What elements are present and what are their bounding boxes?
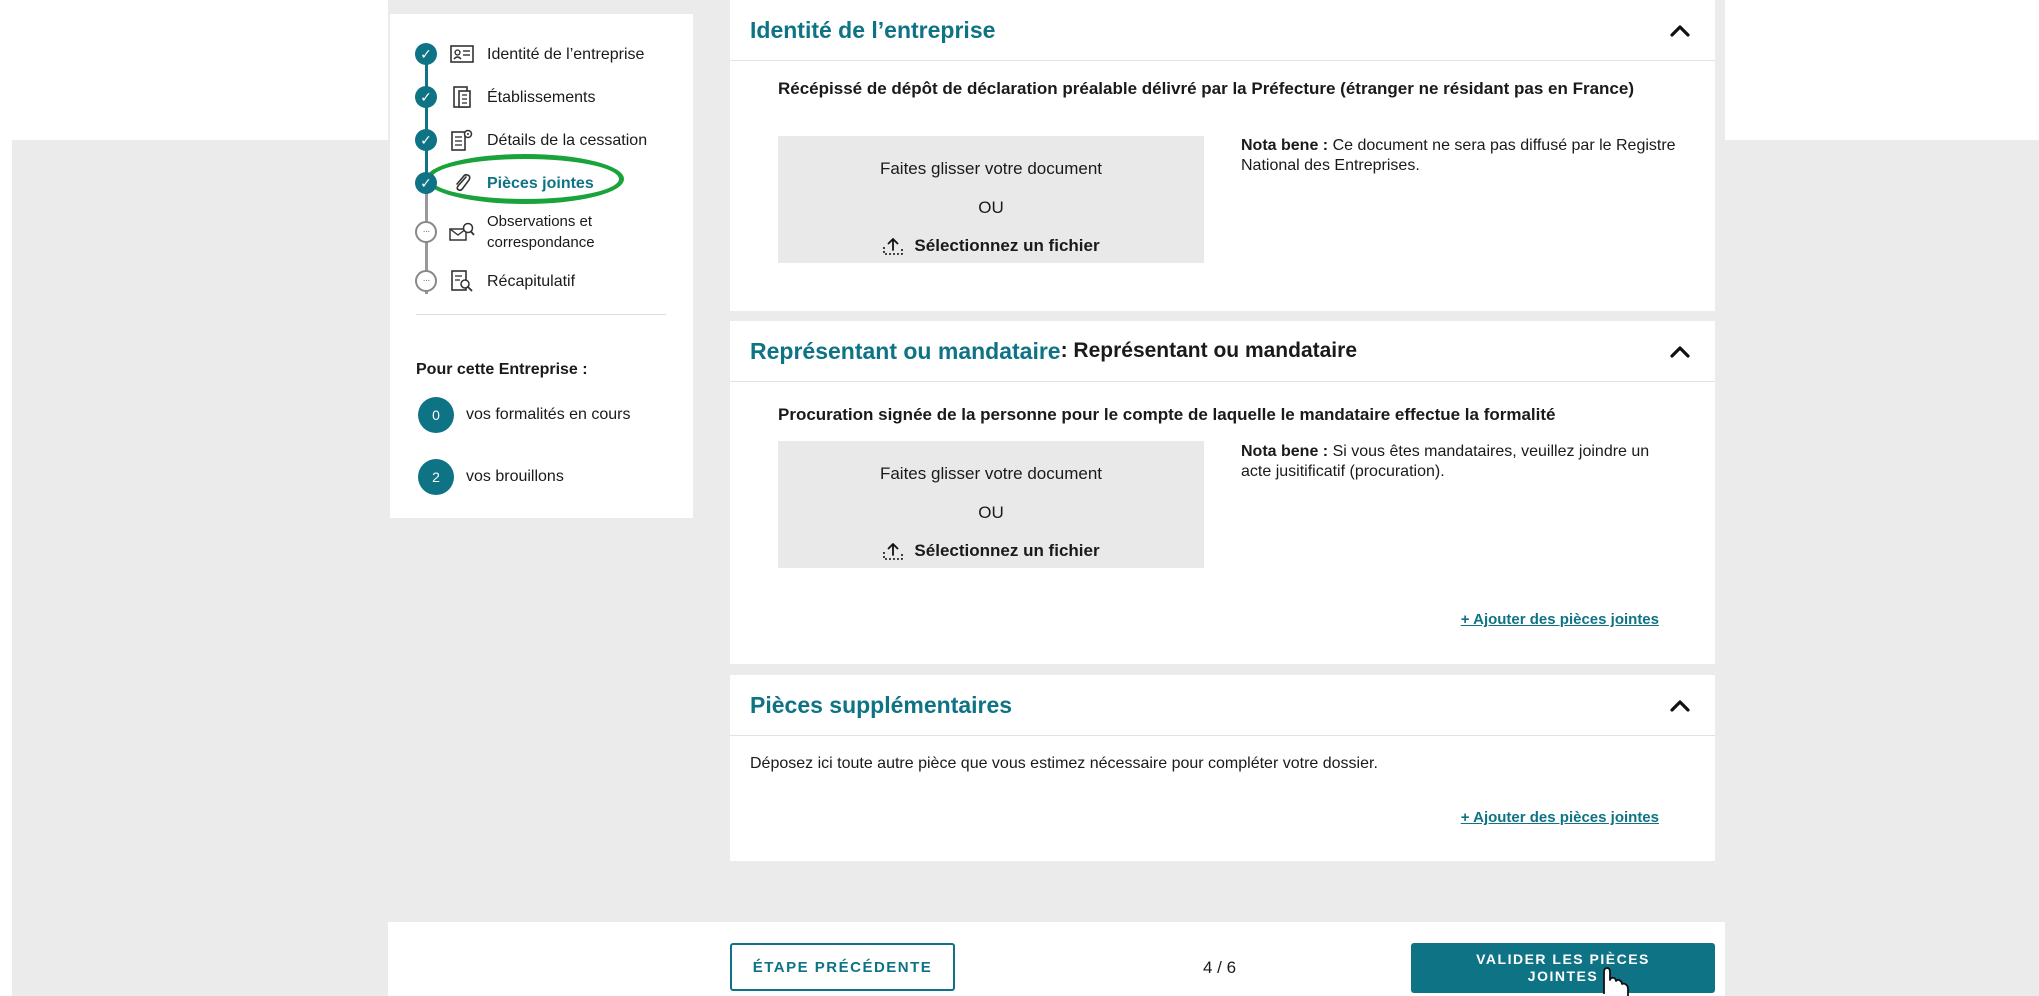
nota-label: Nota bene : <box>1241 443 1329 460</box>
pending-icon: ··· <box>415 221 437 243</box>
step-label: Détails de la cessation <box>487 131 648 149</box>
envelope-search-icon <box>449 219 475 245</box>
chevron-up-icon[interactable] <box>1667 693 1693 719</box>
panel-identite: Identité de l’entreprise Récépissé de dé… <box>730 0 1715 311</box>
button-label-line1: VALIDER LES PIÈCES <box>1476 951 1650 967</box>
company-heading: Pour cette Entreprise : <box>416 361 588 378</box>
count-label: vos formalités en cours <box>466 406 631 423</box>
chevron-up-icon[interactable] <box>1667 339 1693 365</box>
step-recapitulatif[interactable]: ··· Récapitulatif <box>415 268 575 294</box>
upload-icon <box>883 543 904 560</box>
select-file-button[interactable]: Sélectionnez un fichier <box>778 236 1204 256</box>
pending-icon: ··· <box>415 270 437 292</box>
chevron-up-icon[interactable] <box>1667 18 1693 44</box>
panel-header[interactable]: Représentant ou mandataire : Représentan… <box>730 321 1715 382</box>
step-label-line1: Observations et <box>487 213 593 230</box>
panel-title: Représentant ou mandataire <box>750 337 1061 364</box>
count-badge: 2 <box>418 459 454 495</box>
select-file-label: Sélectionnez un fichier <box>914 236 1100 255</box>
steps-sidebar: ✓ Identité de l’entreprise ✓ Établisseme… <box>390 14 693 518</box>
panel-pieces-supplementaires: Pièces supplémentaires Déposez ici toute… <box>730 675 1715 861</box>
dropzone-or-text: OU <box>978 503 1004 522</box>
ongoing-formalities-link[interactable]: 0 vos formalités en cours <box>418 397 631 433</box>
file-dropzone[interactable]: Faites glisser votre document OU Sélecti… <box>778 136 1204 263</box>
step-pager: 4 / 6 <box>1203 958 1237 977</box>
step-identite[interactable]: ✓ Identité de l’entreprise <box>415 41 644 67</box>
panel-representant: Représentant ou mandataire : Représentan… <box>730 321 1715 664</box>
drafts-link[interactable]: 2 vos brouillons <box>418 459 564 495</box>
nota-bene: Nota bene : Ce document ne sera pas diff… <box>1241 136 1681 176</box>
panel-header[interactable]: Pièces supplémentaires <box>730 675 1715 736</box>
building-doc-icon <box>449 84 475 110</box>
panel-description: Déposez ici toute autre pièce que vous e… <box>750 755 1378 772</box>
id-card-icon <box>449 41 475 67</box>
annotation-highlight-ellipse <box>426 154 624 204</box>
step-label: Observations et correspondance <box>487 211 595 253</box>
check-icon: ✓ <box>415 43 437 65</box>
dropzone-drag-text: Faites glisser votre document <box>879 464 1103 483</box>
sidebar-divider <box>416 314 666 315</box>
add-attachments-link[interactable]: + Ajouter des pièces jointes <box>1461 611 1659 628</box>
panel-header[interactable]: Identité de l’entreprise <box>730 0 1715 61</box>
validate-attachments-button[interactable]: VALIDER LES PIÈCES JOINTES <box>1411 943 1715 993</box>
select-file-button[interactable]: Sélectionnez un fichier <box>778 541 1204 561</box>
count-badge: 0 <box>418 397 454 433</box>
step-etablissements[interactable]: ✓ Établissements <box>415 84 596 110</box>
nota-bene: Nota bene : Si vous êtes mandataires, ve… <box>1241 442 1681 482</box>
upload-icon <box>883 238 904 255</box>
button-label-line2: JOINTES <box>1527 968 1599 984</box>
step-label: Établissements <box>487 88 596 106</box>
panel-title: Identité de l’entreprise <box>750 16 996 43</box>
dropzone-drag-text: Faites glisser votre document <box>879 159 1103 178</box>
step-observations[interactable]: ··· Observations et correspondance <box>415 211 595 253</box>
document-title: Récépissé de dépôt de déclaration préala… <box>778 79 1634 98</box>
previous-step-button[interactable]: ÉTAPE PRÉCÉDENTE <box>730 943 955 991</box>
doc-settings-icon <box>449 127 475 153</box>
step-label: Récapitulatif <box>487 272 576 290</box>
select-file-label: Sélectionnez un fichier <box>914 541 1100 560</box>
nota-label: Nota bene : <box>1241 137 1329 154</box>
panel-title-sub: : Représentant ou mandataire <box>1060 339 1357 362</box>
doc-search-icon <box>449 268 475 294</box>
file-dropzone[interactable]: Faites glisser votre document OU Sélecti… <box>778 441 1204 568</box>
check-icon: ✓ <box>415 86 437 108</box>
check-icon: ✓ <box>415 129 437 151</box>
check-icon: ✓ <box>415 172 437 194</box>
panel-title: Pièces supplémentaires <box>750 691 1013 718</box>
dropzone-or-text: OU <box>978 198 1004 217</box>
document-title: Procuration signée de la personne pour l… <box>778 405 1556 424</box>
step-details-cessation[interactable]: ✓ Détails de la cessation <box>415 127 647 153</box>
step-label: Identité de l’entreprise <box>487 45 645 63</box>
hand-cursor-icon <box>1603 967 1629 996</box>
count-label: vos brouillons <box>466 468 564 485</box>
step-label-line2: correspondance <box>487 234 595 251</box>
add-attachments-link[interactable]: + Ajouter des pièces jointes <box>1461 809 1659 826</box>
